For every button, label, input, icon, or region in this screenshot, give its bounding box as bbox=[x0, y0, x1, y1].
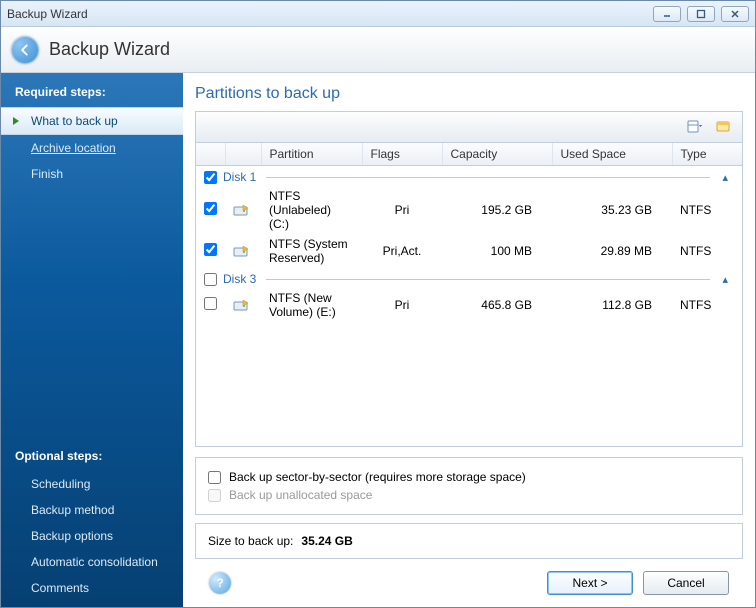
backup-wizard-window: Backup Wizard Backup Wizard Required ste… bbox=[0, 0, 756, 608]
step-label: Automatic consolidation bbox=[31, 555, 158, 569]
col-flags[interactable]: Flags bbox=[362, 143, 442, 166]
sector-label: Back up sector-by-sector (requires more … bbox=[229, 470, 526, 484]
wizard-body: Required steps: What to back up Archive … bbox=[1, 73, 755, 607]
wizard-title: Backup Wizard bbox=[49, 39, 170, 60]
step-backup-options[interactable]: Backup options bbox=[1, 523, 183, 549]
partition-checkbox[interactable] bbox=[204, 297, 217, 310]
disk-name: Disk 1 bbox=[223, 170, 256, 184]
maximize-button[interactable] bbox=[687, 6, 715, 22]
partition-capacity: 465.8 GB bbox=[442, 288, 552, 322]
col-used[interactable]: Used Space bbox=[552, 143, 672, 166]
sidebar: Required steps: What to back up Archive … bbox=[1, 73, 183, 607]
step-label: Backup options bbox=[31, 529, 113, 543]
partition-type: NTFS bbox=[672, 186, 742, 234]
partition-type: NTFS bbox=[672, 288, 742, 322]
minimize-button[interactable] bbox=[653, 6, 681, 22]
step-what-to-back-up[interactable]: What to back up bbox=[1, 107, 183, 135]
step-scheduling[interactable]: Scheduling bbox=[1, 471, 183, 497]
step-label: Archive location bbox=[31, 141, 116, 155]
close-button[interactable] bbox=[721, 6, 749, 22]
disk-name: Disk 3 bbox=[223, 272, 256, 286]
back-button[interactable] bbox=[11, 36, 39, 64]
optional-steps-heading: Optional steps: bbox=[1, 443, 183, 471]
partition-row[interactable]: NTFS (New Volume) (E:)Pri465.8 GB112.8 G… bbox=[196, 288, 742, 322]
step-comments[interactable]: Comments bbox=[1, 575, 183, 601]
partition-used: 35.23 GB bbox=[552, 186, 672, 234]
partition-name: NTFS (System Reserved) bbox=[261, 234, 362, 268]
step-label: Finish bbox=[31, 167, 63, 181]
size-value: 35.24 GB bbox=[301, 534, 352, 548]
col-type[interactable]: Type bbox=[672, 143, 742, 166]
help-button[interactable]: ? bbox=[209, 572, 231, 594]
wizard-header: Backup Wizard bbox=[1, 27, 755, 73]
partition-row[interactable]: NTFS (System Reserved)Pri,Act.100 MB29.8… bbox=[196, 234, 742, 268]
backup-options-box: Back up sector-by-sector (requires more … bbox=[195, 457, 743, 515]
divider bbox=[266, 177, 710, 178]
disk-checkbox[interactable] bbox=[204, 273, 217, 286]
drive-icon bbox=[233, 297, 249, 313]
step-label: Comments bbox=[31, 581, 89, 595]
unallocated-checkbox bbox=[208, 489, 221, 502]
step-label: Backup method bbox=[31, 503, 114, 517]
partitions-grid: Partition Flags Capacity Used Space Type… bbox=[195, 143, 743, 447]
partition-capacity: 195.2 GB bbox=[442, 186, 552, 234]
divider bbox=[266, 279, 710, 280]
partition-flags: Pri,Act. bbox=[362, 234, 442, 268]
page-title: Partitions to back up bbox=[195, 81, 743, 111]
main-panel: Partitions to back up Partition bbox=[183, 73, 755, 607]
partition-type: NTFS bbox=[672, 234, 742, 268]
refresh-button[interactable] bbox=[712, 116, 734, 138]
disk-group-row: Disk 1 ▴ bbox=[196, 166, 742, 187]
partition-name: NTFS (New Volume) (E:) bbox=[261, 288, 362, 322]
disk-checkbox[interactable] bbox=[204, 171, 217, 184]
step-backup-method[interactable]: Backup method bbox=[1, 497, 183, 523]
table-header-row: Partition Flags Capacity Used Space Type bbox=[196, 143, 742, 166]
drive-icon bbox=[233, 202, 249, 218]
disk-group-row: Disk 3 ▴ bbox=[196, 268, 742, 288]
partition-checkbox[interactable] bbox=[204, 243, 217, 256]
partition-used: 112.8 GB bbox=[552, 288, 672, 322]
partition-used: 29.89 MB bbox=[552, 234, 672, 268]
titlebar: Backup Wizard bbox=[1, 1, 755, 27]
next-button[interactable]: Next > bbox=[547, 571, 633, 595]
window-title: Backup Wizard bbox=[7, 7, 88, 21]
drive-icon bbox=[233, 243, 249, 259]
partitions-table: Partition Flags Capacity Used Space Type… bbox=[196, 143, 742, 322]
partition-flags: Pri bbox=[362, 288, 442, 322]
partition-toolbar bbox=[195, 111, 743, 143]
size-label: Size to back up: bbox=[208, 534, 293, 548]
unallocated-label: Back up unallocated space bbox=[229, 488, 372, 502]
unallocated-option: Back up unallocated space bbox=[208, 486, 730, 504]
step-archive-location[interactable]: Archive location bbox=[1, 135, 183, 161]
partition-flags: Pri bbox=[362, 186, 442, 234]
cancel-button[interactable]: Cancel bbox=[643, 571, 729, 595]
collapse-icon[interactable]: ▴ bbox=[716, 171, 734, 184]
sector-by-sector-option[interactable]: Back up sector-by-sector (requires more … bbox=[208, 468, 730, 486]
partition-checkbox[interactable] bbox=[204, 202, 217, 215]
window-controls bbox=[653, 6, 749, 22]
columns-button[interactable] bbox=[684, 116, 706, 138]
partition-row[interactable]: NTFS (Unlabeled) (C:)Pri195.2 GB35.23 GB… bbox=[196, 186, 742, 234]
step-label: Scheduling bbox=[31, 477, 90, 491]
col-partition[interactable]: Partition bbox=[261, 143, 362, 166]
step-label: What to back up bbox=[31, 114, 118, 128]
partition-capacity: 100 MB bbox=[442, 234, 552, 268]
step-finish[interactable]: Finish bbox=[1, 161, 183, 187]
size-summary: Size to back up: 35.24 GB bbox=[195, 523, 743, 559]
partition-name: NTFS (Unlabeled) (C:) bbox=[261, 186, 362, 234]
wizard-footer: ? Next > Cancel bbox=[195, 559, 743, 607]
sector-checkbox[interactable] bbox=[208, 471, 221, 484]
step-automatic-consolidation[interactable]: Automatic consolidation bbox=[1, 549, 183, 575]
collapse-icon[interactable]: ▴ bbox=[716, 273, 734, 286]
required-steps-heading: Required steps: bbox=[1, 79, 183, 107]
col-capacity[interactable]: Capacity bbox=[442, 143, 552, 166]
